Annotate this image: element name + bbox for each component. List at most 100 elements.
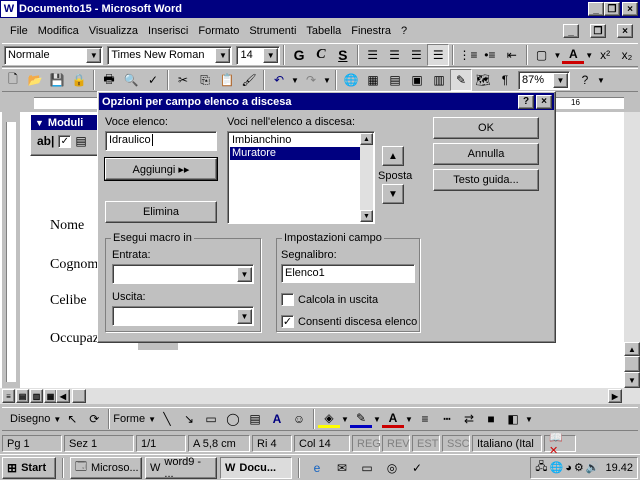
vertical-scrollbar[interactable]: ▲ ▼ <box>624 112 640 388</box>
testo-guida-button[interactable]: Testo guida... <box>433 169 539 191</box>
app-title-bar[interactable]: W Documento15 - Microsoft Word _ ❐ × <box>0 0 640 18</box>
list-scroll-down-icon[interactable]: ▼ <box>360 210 373 222</box>
hscroll-thumb[interactable] <box>72 389 86 403</box>
calcola-checkbox-row[interactable]: Calcola in uscita <box>281 293 378 306</box>
save-icon[interactable]: 💾 <box>46 69 68 91</box>
web-view-icon[interactable]: ▤ <box>16 389 29 403</box>
doc-restore-button[interactable]: ❐ <box>590 24 606 38</box>
size-combo[interactable]: 14 ▼ <box>236 45 281 65</box>
web-icon[interactable]: 🌐 <box>340 69 362 91</box>
close-button[interactable]: × <box>622 2 638 16</box>
redo-icon[interactable]: ↷ <box>300 69 322 91</box>
chevron-down-icon[interactable]: ▼ <box>290 69 300 91</box>
chevron-down-icon[interactable]: ▼ <box>553 44 563 66</box>
text-box-icon[interactable]: ▤ <box>244 408 266 430</box>
status-ssc[interactable]: SSC <box>442 435 470 452</box>
bulleted-list-icon[interactable]: •≡ <box>479 44 501 66</box>
chevron-down-icon[interactable]: ▼ <box>237 308 252 324</box>
menu-strumenti[interactable]: Strumenti <box>249 25 296 37</box>
checkbox-field-icon[interactable]: ✓ <box>58 134 72 148</box>
chevron-down-icon[interactable]: ▼ <box>263 47 279 63</box>
arrow-style-icon[interactable]: ⇄ <box>458 408 480 430</box>
rectangle-icon[interactable]: ▭ <box>200 408 222 430</box>
text-field-button[interactable]: ab| <box>37 134 54 148</box>
shadow-icon[interactable]: ■ <box>480 408 502 430</box>
permission-icon[interactable]: 🔒 <box>68 69 90 91</box>
line-icon[interactable]: ╲ <box>156 408 178 430</box>
tray-clock[interactable]: 19.42 <box>605 462 633 474</box>
copy-icon[interactable]: ⎘ <box>194 69 216 91</box>
chevron-down-icon[interactable]: ▼ <box>553 72 568 88</box>
cut-icon[interactable]: ✂ <box>172 69 194 91</box>
menu-file[interactable]: File <box>10 25 28 37</box>
font-color-draw-icon[interactable]: A <box>381 410 404 428</box>
tray-color-icon[interactable]: ◕ <box>565 462 572 474</box>
segnalibro-input[interactable]: Elenco1 <box>281 264 415 283</box>
tables-borders-icon[interactable]: ▦ <box>362 69 384 91</box>
free-rotate-icon[interactable]: ⟳ <box>83 408 105 430</box>
chevron-down-icon[interactable]: ▼ <box>584 44 594 66</box>
drawing-menu-button[interactable]: Disegno <box>10 413 50 425</box>
calcola-checkbox[interactable] <box>281 293 294 306</box>
show-hide-icon[interactable]: ¶ <box>494 69 516 91</box>
chevron-down-icon[interactable]: ▼ <box>524 408 534 430</box>
undo-icon[interactable]: ↶ <box>268 69 290 91</box>
status-rev[interactable]: REV <box>382 435 410 452</box>
clipart-icon[interactable]: ☺ <box>288 408 310 430</box>
quick-launch-icon[interactable]: ✓ <box>406 457 428 479</box>
align-center-icon[interactable]: ☰ <box>384 44 406 66</box>
zoom-combo[interactable]: 87% ▼ <box>518 70 570 90</box>
tray-settings-icon[interactable]: ⚙ <box>574 461 584 474</box>
restore-button[interactable]: ❐ <box>604 2 620 16</box>
decrease-indent-icon[interactable]: ⇤ <box>501 44 523 66</box>
font-color-icon[interactable]: A <box>562 46 585 64</box>
menu-finestra[interactable]: Finestra <box>351 25 391 37</box>
chevron-down-icon[interactable]: ▼ <box>340 408 350 430</box>
status-language[interactable]: Italiano (Ital <box>472 435 542 452</box>
task-documento[interactable]: W Docu... <box>220 456 292 479</box>
document-map-icon[interactable]: 🗺 <box>472 69 494 91</box>
chevron-down-icon[interactable]: ▼ <box>372 408 382 430</box>
menu-modifica[interactable]: Modifica <box>38 25 79 37</box>
3d-icon[interactable]: ◧ <box>502 408 524 430</box>
style-combo[interactable]: Normale ▼ <box>4 45 104 65</box>
layout-view-icon[interactable]: ▥ <box>30 389 43 403</box>
scroll-up-icon[interactable]: ▲ <box>624 342 640 356</box>
paste-icon[interactable]: 📋 <box>216 69 238 91</box>
format-painter-icon[interactable]: 🖌 <box>238 69 260 91</box>
move-up-button[interactable]: ▲ <box>382 146 404 166</box>
align-right-icon[interactable]: ☰ <box>405 44 427 66</box>
autoshapes-menu-button[interactable]: Forme <box>113 413 145 425</box>
task-microsoft[interactable]: 🗔 Microso... <box>70 456 142 479</box>
task-word9[interactable]: W word9 - ... <box>145 456 217 480</box>
chevron-down-icon[interactable]: ▼ <box>237 266 252 282</box>
scroll-right-icon[interactable]: ▶ <box>608 389 622 403</box>
list-item-selected[interactable]: Muratore <box>230 147 360 160</box>
scroll-thumb[interactable] <box>624 356 640 372</box>
ok-button[interactable]: OK <box>433 117 539 139</box>
spelling-icon[interactable]: ✓ <box>142 69 164 91</box>
chevron-down-icon[interactable]: ▼ <box>215 47 231 63</box>
spelling-status-icon[interactable]: 📖✕ <box>544 432 576 457</box>
vertical-ruler[interactable] <box>2 112 20 388</box>
chevron-down-icon[interactable]: ▼ <box>86 47 102 63</box>
italic-button[interactable]: C <box>310 44 332 66</box>
menu-formato[interactable]: Formato <box>198 25 239 37</box>
tray-network-icon[interactable]: 🖧 <box>535 458 547 477</box>
chevron-down-icon[interactable]: ▼ <box>596 69 606 91</box>
office-assistant-icon[interactable]: ? <box>574 69 596 91</box>
menu-tabella[interactable]: Tabella <box>306 25 341 37</box>
menu-inserisci[interactable]: Inserisci <box>148 25 188 37</box>
list-item[interactable]: Imbianchino <box>230 134 360 147</box>
entrata-combo[interactable]: ▼ <box>112 264 254 284</box>
start-button[interactable]: ⊞ Start <box>2 456 56 479</box>
voce-elenco-input[interactable]: Idraulico <box>105 131 217 151</box>
doc-close-button[interactable]: × <box>617 24 633 38</box>
bold-button[interactable]: G <box>288 44 310 66</box>
dialog-help-button[interactable]: ? <box>518 94 534 109</box>
arrow-icon[interactable]: ↘ <box>178 408 200 430</box>
print-icon[interactable]: 🖶 <box>98 69 120 91</box>
minimize-button[interactable]: _ <box>588 2 604 16</box>
tray-globe-icon[interactable]: 🌐 <box>550 461 564 474</box>
dash-style-icon[interactable]: ┅ <box>436 408 458 430</box>
